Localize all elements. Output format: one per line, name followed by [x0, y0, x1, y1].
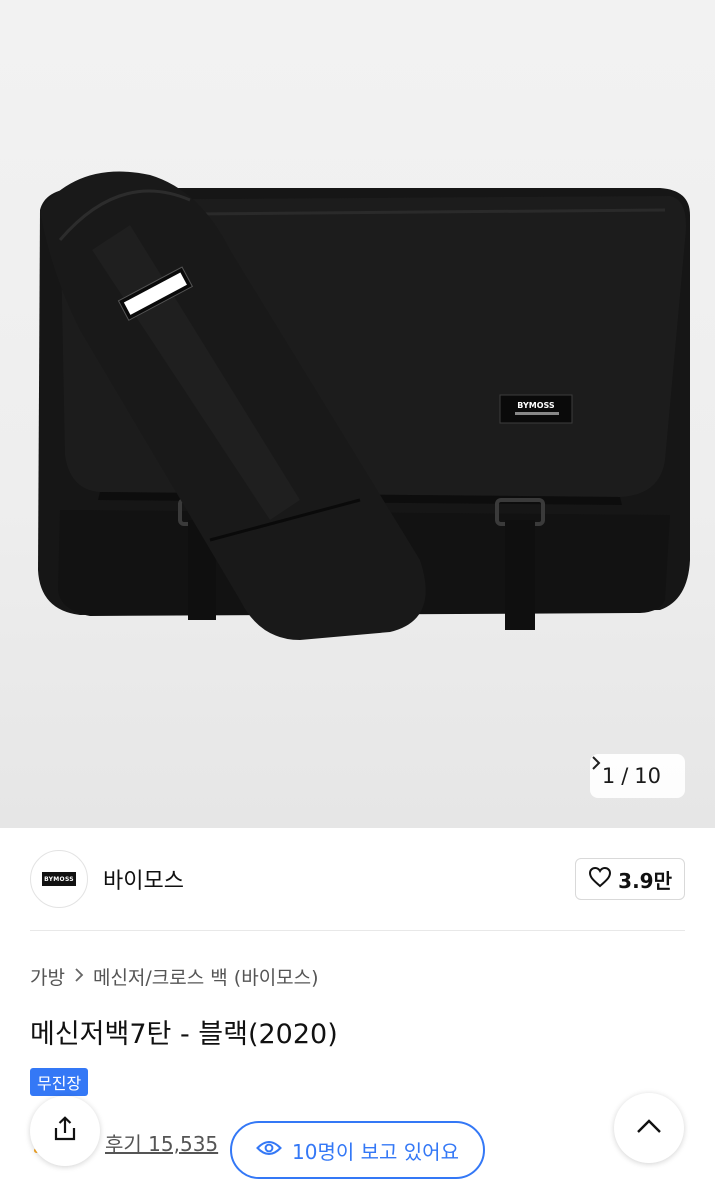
bag-image: BYMOSS — [38, 171, 690, 640]
brand-logo-mark: BYMOSS — [42, 872, 76, 886]
like-count: 3.9만 — [618, 868, 672, 893]
brand-name[interactable]: 바이모스 — [103, 863, 184, 895]
chevron-up-icon — [636, 1118, 662, 1138]
like-button[interactable]: 3.9만 — [575, 858, 685, 900]
breadcrumb: 가방 메신저/크로스 백 (바이모스) — [30, 963, 319, 990]
divider — [30, 930, 685, 931]
brand-logo[interactable]: BYMOSS — [30, 850, 88, 908]
viewers-text: 10명이 보고 있어요 — [292, 1139, 459, 1164]
bag-label-text: BYMOSS — [517, 401, 555, 410]
viewers-pill[interactable]: 10명이 보고 있어요 — [230, 1121, 485, 1179]
share-button[interactable] — [30, 1096, 100, 1166]
share-icon — [51, 1115, 79, 1147]
eye-icon — [256, 1138, 282, 1162]
counter-current: 1 — [601, 764, 616, 788]
sale-badge: 무진장 — [30, 1068, 89, 1096]
counter-total: 10 — [634, 764, 661, 788]
counter-separator: / — [621, 764, 629, 788]
brand-row: BYMOSS 바이모스 3.9만 — [30, 850, 685, 908]
heart-icon — [588, 866, 612, 893]
review-link[interactable]: 후기 15,535 — [105, 1128, 218, 1157]
breadcrumb-item-category[interactable]: 가방 — [30, 963, 65, 990]
scroll-top-button[interactable] — [614, 1093, 684, 1163]
product-image-carousel[interactable]: BYMOSS 1 / 10 — [0, 0, 715, 828]
product-title: 메신저백7탄 - 블랙(2020) — [30, 1019, 338, 1050]
image-counter[interactable]: 1 / 10 — [589, 754, 685, 798]
chevron-right-icon — [74, 967, 84, 987]
breadcrumb-item-subcategory[interactable]: 메신저/크로스 백 (바이모스) — [93, 963, 319, 990]
